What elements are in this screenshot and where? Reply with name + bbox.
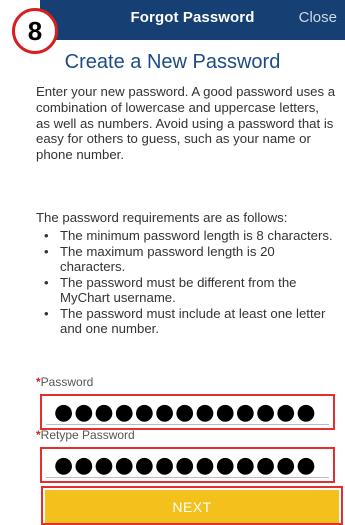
top-bar: Forgot Password Close [40,0,345,40]
next-button[interactable]: NEXT [45,490,339,523]
requirement-text: The password must be different from the … [60,274,297,306]
next-button-highlight: NEXT [41,486,343,525]
retype-password-field-box [40,447,335,483]
page-heading: Create a New Password [64,51,281,73]
requirement-item: • The minimum password length is 8 charac… [36,228,336,244]
password-field-box [40,394,335,430]
requirement-text: The minimum password length is 8 charact… [60,228,333,243]
bullet-icon: • [44,305,49,321]
bullet-icon: • [44,243,49,259]
retype-password-label: *Retype Password [36,428,135,442]
password-label: *Password [36,375,93,389]
bullet-icon: • [44,228,49,243]
retype-password-label-text: Retype Password [40,428,135,442]
bullet-icon: • [44,274,49,290]
field-underline [46,424,329,425]
requirements-title: The password requirements are as follows… [36,210,288,225]
requirement-item: • The maximum password length is 20 chara… [36,244,336,275]
close-button[interactable]: Close [299,9,337,26]
step-number-badge: 8 [12,8,58,54]
requirement-text: The maximum password length is 20 charac… [60,243,275,275]
field-underline [46,477,329,478]
intro-text: Enter your new password. A good password… [36,84,336,163]
password-label-text: Password [40,375,94,389]
requirements-list: • The minimum password length is 8 charac… [36,228,336,337]
requirement-item: • The password must be different from the… [36,275,336,306]
requirement-item: • The password must include at least one … [36,306,336,337]
requirement-text: The password must include at least one l… [60,305,326,337]
